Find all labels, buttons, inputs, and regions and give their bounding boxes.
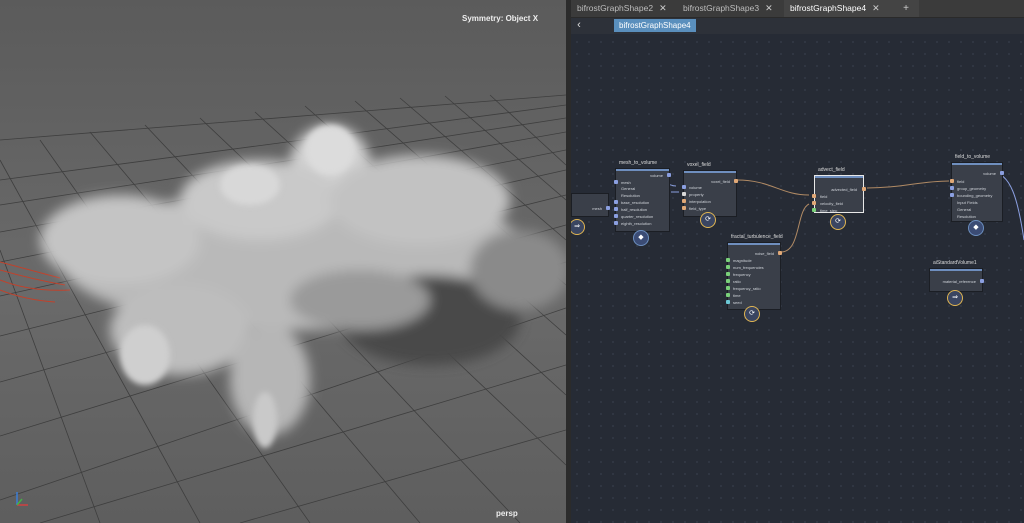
bifrost-icon[interactable]: ⟳ [830,214,846,230]
input-pin[interactable] [812,201,816,205]
port-label: Input Fields [957,200,978,205]
node-ai-standard-volume[interactable]: aiStandardVolume1 material_reference [929,260,984,292]
port-label: time [733,293,741,298]
node-title: advect_field [818,167,845,173]
port-label: half_resolution [621,207,648,212]
port-label: seed [733,300,742,305]
output-pin[interactable] [606,206,610,210]
port-label: mesh [592,206,602,211]
input-pin[interactable] [726,265,730,269]
port-out: volume [983,171,996,176]
port-label: field [820,194,828,199]
port-label: bounding_geometry [957,193,993,198]
port-out: material_reference [942,279,976,284]
node-title: mesh_to_volume [619,160,658,166]
input-pin[interactable] [726,286,730,290]
port-label: group_geometry [957,186,987,191]
port-out: volume [650,173,663,178]
camera-label: persp [496,509,518,518]
input-pin[interactable] [726,258,730,262]
output-pin[interactable] [778,251,782,255]
input-pin[interactable] [950,186,954,190]
output-pin[interactable] [862,187,866,191]
port-label: num_frequencies [733,265,764,270]
port-label: Resolution [957,214,976,219]
port-label: mesh [621,180,631,185]
viewport-scene [0,94,566,523]
input-pin[interactable] [726,293,730,297]
output-arrow-icon[interactable]: ⇒ [947,290,963,306]
node-voxel-field[interactable]: voxel_field voxel_field volume property … [682,162,738,217]
output-pin[interactable] [734,179,738,183]
port-label: field_type [689,206,707,211]
node-title: field_to_volume [955,154,991,160]
port-label: General [621,186,636,191]
input-pin[interactable] [950,179,954,183]
axis-gizmo-icon [16,492,28,506]
input-pin[interactable] [682,199,686,203]
port-label: base_resolution [621,200,650,205]
port-label: General [957,207,972,212]
node-field-to-volume[interactable]: field_to_volume volume field group_geome… [950,154,1004,222]
input-pin[interactable] [614,214,618,218]
port-label: field [957,179,965,184]
input-pin[interactable] [682,206,686,210]
port-label: property [689,192,704,197]
input-pin[interactable] [726,300,730,304]
input-pin[interactable] [614,207,618,211]
input-node[interactable]: mesh [571,193,610,217]
port-label: frequency_ratio [733,286,761,291]
input-pin[interactable] [950,193,954,197]
cube-icon[interactable]: ◆ [968,220,984,236]
input-pin[interactable] [682,192,686,196]
cube-icon[interactable]: ◆ [633,230,649,246]
port-out: noise_field [754,251,774,256]
output-pin[interactable] [1000,171,1004,175]
input-pin[interactable] [812,208,816,212]
symmetry-label: Symmetry: Object X [462,14,539,23]
input-pin[interactable] [614,180,618,184]
port-label: time_step [820,208,838,213]
bifrost-graph-editor[interactable]: bifrostGraphShape2 ✕ bifrostGraphShape3 ✕ … [571,0,1024,523]
node-mesh-to-volume[interactable]: mesh_to_volume volume mesh General Resol… [614,160,671,232]
input-pin[interactable] [726,279,730,283]
port-out: advected_field [831,187,857,192]
input-pin[interactable] [682,185,686,189]
output-pin[interactable] [667,173,671,177]
bifrost-icon[interactable]: ⟳ [700,212,716,228]
port-out: voxel_field [711,179,730,184]
input-pin[interactable] [614,200,618,204]
port-label: volume [689,185,702,190]
port-label: quarter_resolution [621,214,654,219]
node-advect-field[interactable]: advect_field advected_field field veloci… [812,167,866,213]
input-pin[interactable] [726,272,730,276]
port-label: Resolution [621,193,640,198]
input-pin[interactable] [812,194,816,198]
port-label: eighth_resolution [621,221,652,226]
port-label: interpolation [689,199,711,204]
port-label: ratio [733,279,741,284]
node-title: fractal_turbulence_field [731,234,783,240]
port-label: velocity_field [820,201,843,206]
node-fractal-turbulence-field[interactable]: fractal_turbulence_field noise_field mag… [726,234,783,310]
port-label: frequency [733,272,751,277]
node-title: voxel_field [687,162,711,168]
port-label: magnitude [733,258,752,263]
bifrost-icon[interactable]: ⟳ [744,306,760,322]
output-pin[interactable] [980,279,984,283]
maya-viewport[interactable]: Symmetry: Object X persp [0,0,566,523]
node-title: aiStandardVolume1 [933,260,977,266]
input-pin[interactable] [614,221,618,225]
